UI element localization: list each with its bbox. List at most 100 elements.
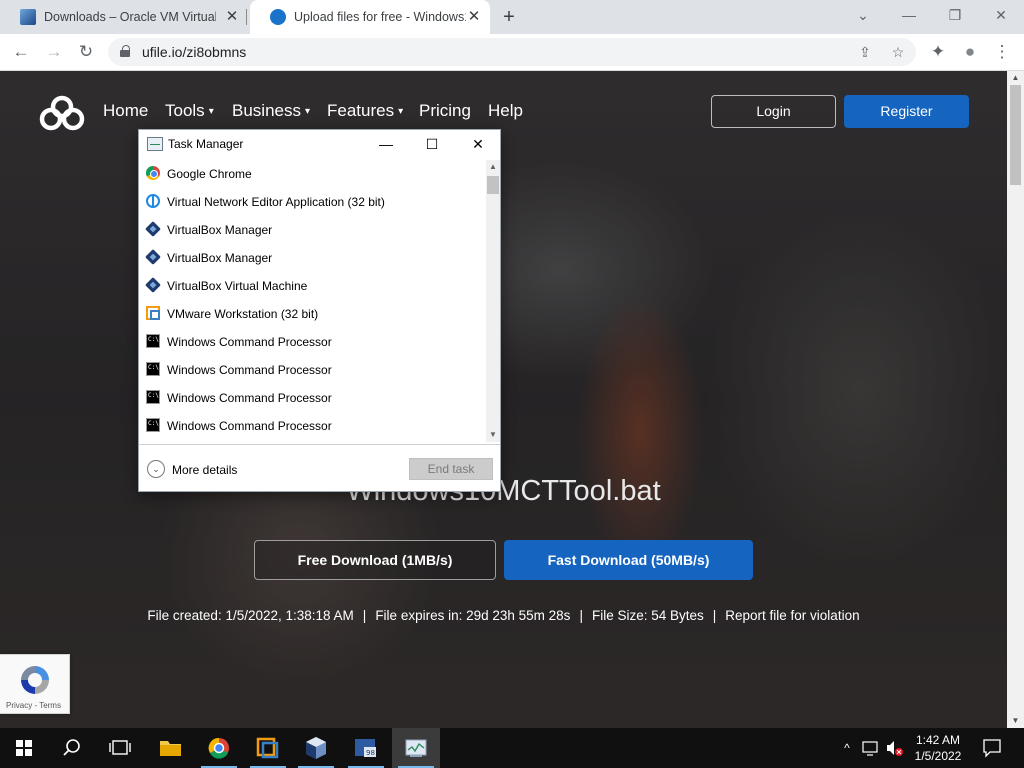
share-icon[interactable]: ⇪ — [853, 40, 877, 64]
tab-ufile-upload[interactable]: Upload files for free - Windows10MCTTool… — [250, 0, 490, 34]
chevron-down-icon: ▾ — [398, 106, 404, 117]
scroll-up-icon[interactable]: ▲ — [486, 160, 500, 174]
close-button[interactable]: ✕ — [455, 130, 501, 158]
nav-tools[interactable]: Tools ▾ — [165, 101, 214, 121]
command-prompt-icon — [146, 362, 160, 376]
start-button[interactable] — [0, 728, 48, 768]
tab-close-icon[interactable]: ✕ — [466, 9, 482, 25]
command-prompt-icon — [146, 390, 160, 404]
forward-button[interactable]: → — [42, 40, 66, 64]
minimize-button[interactable]: — — [886, 0, 932, 30]
scroll-thumb[interactable] — [487, 176, 499, 194]
system-clock[interactable]: 1:42 AM 1/5/2022 — [902, 732, 974, 764]
folder-icon — [160, 741, 181, 756]
list-item[interactable]: Windows Command Processor — [139, 328, 486, 356]
maximize-button[interactable]: ☐ — [409, 130, 455, 158]
list-item[interactable]: VirtualBox Manager — [139, 216, 486, 244]
recaptcha-privacy-terms[interactable]: Privacy - Terms — [6, 701, 61, 710]
profile-avatar-icon[interactable]: ● — [958, 40, 982, 64]
vmware-icon — [146, 306, 160, 320]
separator: | — [362, 608, 367, 623]
chevron-down-circle-icon[interactable]: ⌄ — [147, 460, 165, 478]
list-item[interactable]: Windows Command Processor — [139, 356, 486, 384]
task-manager-titlebar[interactable]: Task Manager — ☐ ✕ — [139, 130, 500, 158]
back-button[interactable]: ← — [9, 40, 33, 64]
virtualbox-icon — [145, 249, 161, 265]
nav-features[interactable]: Features ▾ — [327, 101, 403, 121]
list-item[interactable]: VMware Workstation (32 bit) — [139, 300, 486, 328]
chrome-icon — [146, 166, 160, 180]
new-tab-button[interactable]: + — [498, 6, 520, 28]
taskbar-win98-vm[interactable]: 98 — [342, 728, 390, 768]
end-task-button[interactable]: End task — [409, 458, 493, 480]
clock-time: 1:42 AM — [915, 733, 961, 747]
report-violation-link[interactable]: Report file for violation — [725, 608, 859, 623]
reload-button[interactable]: ↻ — [74, 40, 98, 64]
network-icon[interactable] — [860, 728, 882, 768]
tray-chevron-icon[interactable]: ^ — [838, 728, 856, 768]
task-view-button[interactable] — [96, 728, 144, 768]
tab-separator — [246, 9, 247, 25]
tab-close-icon[interactable]: ✕ — [224, 9, 240, 25]
volume-muted-icon[interactable] — [884, 728, 904, 768]
tab-search-icon[interactable]: ⌄ — [840, 0, 886, 30]
address-bar[interactable]: ufile.io/zi8obmns ⇪ ☆ — [108, 38, 916, 66]
search-icon — [63, 739, 80, 756]
list-item[interactable]: VirtualBox Manager — [139, 244, 486, 272]
free-download-button[interactable]: Free Download (1MB/s) — [254, 540, 496, 580]
login-button[interactable]: Login — [711, 95, 836, 128]
taskbar-vmware[interactable] — [244, 728, 292, 768]
more-details-link[interactable]: More details — [172, 463, 237, 477]
command-prompt-icon — [146, 418, 160, 432]
fast-download-button[interactable]: Fast Download (50MB/s) — [504, 540, 753, 580]
list-item[interactable]: Google Chrome — [139, 160, 486, 188]
list-item[interactable]: Windows Command Processor — [139, 412, 486, 440]
recaptcha-icon — [21, 666, 49, 694]
notification-icon[interactable] — [980, 728, 1004, 768]
taskbar-file-explorer[interactable] — [146, 728, 194, 768]
nav-help[interactable]: Help — [488, 101, 523, 121]
list-item[interactable]: Windows Command Processor — [139, 384, 486, 412]
extensions-icon[interactable]: ✦ — [926, 40, 950, 64]
nav-business[interactable]: Business ▾ — [232, 101, 310, 121]
chevron-down-icon: ▾ — [304, 106, 311, 117]
chevron-down-icon: ▾ — [208, 106, 214, 117]
lock-icon[interactable] — [120, 45, 130, 57]
minimize-button[interactable]: — — [363, 130, 409, 158]
page-scrollbar[interactable]: ▲ ▼ — [1007, 71, 1024, 728]
task-manager-title: Task Manager — [168, 137, 244, 151]
scroll-thumb[interactable] — [1010, 85, 1021, 185]
ufile-favicon — [270, 9, 286, 25]
file-size: File Size: 54 Bytes — [591, 608, 704, 623]
app-list-scrollbar[interactable]: ▲ ▼ — [486, 160, 500, 442]
network-globe-icon — [146, 194, 160, 208]
list-item[interactable]: Virtual Network Editor Application (32 b… — [139, 188, 486, 216]
recaptcha-badge[interactable]: Privacy - Terms — [0, 654, 70, 714]
taskbar-task-manager[interactable] — [392, 728, 440, 768]
separator: | — [712, 608, 717, 623]
vmware-icon — [256, 737, 279, 759]
scroll-down-icon[interactable]: ▼ — [486, 428, 500, 442]
separator: | — [579, 608, 583, 623]
taskbar-chrome[interactable] — [195, 728, 243, 768]
nav-pricing[interactable]: Pricing — [419, 101, 471, 121]
scroll-up-icon[interactable]: ▲ — [1007, 71, 1024, 85]
nav-home[interactable]: Home — [103, 101, 148, 121]
tab-virtualbox-downloads[interactable]: Downloads – Oracle VM VirtualBox ✕ — [0, 0, 248, 34]
list-item[interactable]: VirtualBox Virtual Machine — [139, 272, 486, 300]
bookmark-star-icon[interactable]: ☆ — [886, 40, 910, 64]
taskbar-virtualbox[interactable] — [292, 728, 340, 768]
tab-title: Downloads – Oracle VM VirtualBox — [44, 10, 216, 24]
close-window-button[interactable]: ✕ — [978, 0, 1024, 30]
register-button[interactable]: Register — [844, 95, 969, 128]
task-manager-icon — [405, 739, 427, 757]
search-button[interactable] — [48, 728, 96, 768]
browser-toolbar: ← → ↻ ufile.io/zi8obmns ⇪ ☆ ✦ ● ⋮ — [0, 34, 1024, 71]
url-text[interactable]: ufile.io/zi8obmns — [142, 44, 246, 60]
ufile-logo-icon[interactable] — [38, 93, 86, 133]
chrome-menu-icon[interactable]: ⋮ — [990, 40, 1014, 64]
task-manager-icon — [147, 137, 163, 151]
restore-button[interactable]: ❐ — [932, 0, 978, 30]
scroll-down-icon[interactable]: ▼ — [1007, 714, 1024, 728]
command-prompt-icon — [146, 334, 160, 348]
